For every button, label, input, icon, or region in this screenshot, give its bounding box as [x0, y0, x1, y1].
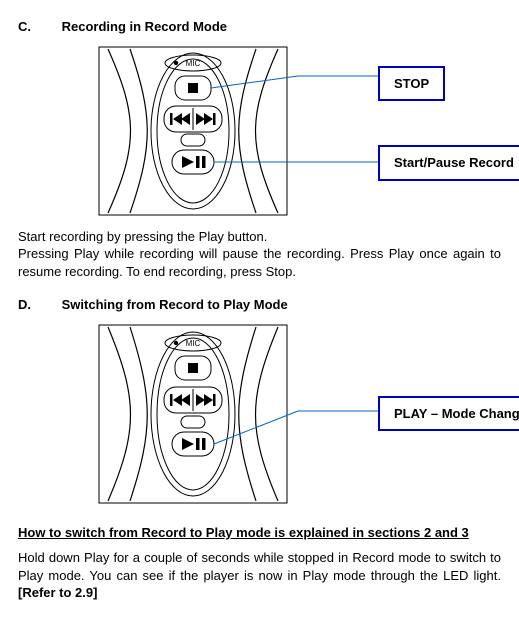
section-c-para2: Pressing Play while recording will pause… — [18, 245, 501, 280]
callout-stop-label: STOP — [394, 76, 429, 91]
section-d-figure: MIC PLAY – Mode Change — [98, 324, 501, 504]
section-d-title: Switching from Record to Play Mode — [62, 297, 288, 312]
play-pause-icon-d — [182, 438, 206, 450]
next-icon — [196, 113, 216, 125]
section-d-callouts: PLAY – Mode Change — [378, 324, 519, 432]
section-d-subheading: How to switch from Record to Play mode i… — [18, 524, 501, 542]
section-d-para-text: Hold down Play for a couple of seconds w… — [18, 550, 501, 583]
callout-start-label: Start/Pause Record — [394, 155, 514, 170]
callout-play-mode: PLAY – Mode Change — [378, 396, 519, 432]
stop-icon-d — [188, 363, 198, 373]
section-d-para-ref: [Refer to 2.9] — [18, 585, 97, 600]
section-d-heading: D. Switching from Record to Play Mode — [18, 296, 501, 314]
prev-icon-d — [170, 394, 190, 406]
section-c-callouts: STOP Start/Pause Record — [378, 46, 519, 181]
mic-label: MIC — [186, 59, 201, 68]
callout-stop: STOP — [378, 66, 445, 102]
mic-label-d: MIC — [186, 339, 201, 348]
callout-start-pause: Start/Pause Record — [378, 145, 519, 181]
play-pause-icon — [182, 156, 206, 168]
callout-play-label: PLAY – Mode Change — [394, 406, 519, 421]
section-c-letter: C. — [18, 18, 58, 36]
stop-icon — [188, 83, 198, 93]
prev-icon — [170, 113, 190, 125]
device-diagram-c: MIC — [98, 46, 378, 216]
next-icon-d — [196, 394, 216, 406]
section-c-heading: C. Recording in Record Mode — [18, 18, 501, 36]
device-diagram-d: MIC — [98, 324, 378, 504]
section-c-title: Recording in Record Mode — [62, 19, 227, 34]
section-c-para1: Start recording by pressing the Play but… — [18, 228, 501, 246]
section-d-letter: D. — [18, 296, 58, 314]
section-d-para: Hold down Play for a couple of seconds w… — [18, 549, 501, 602]
section-c-figure: MIC STOP — [98, 46, 501, 216]
